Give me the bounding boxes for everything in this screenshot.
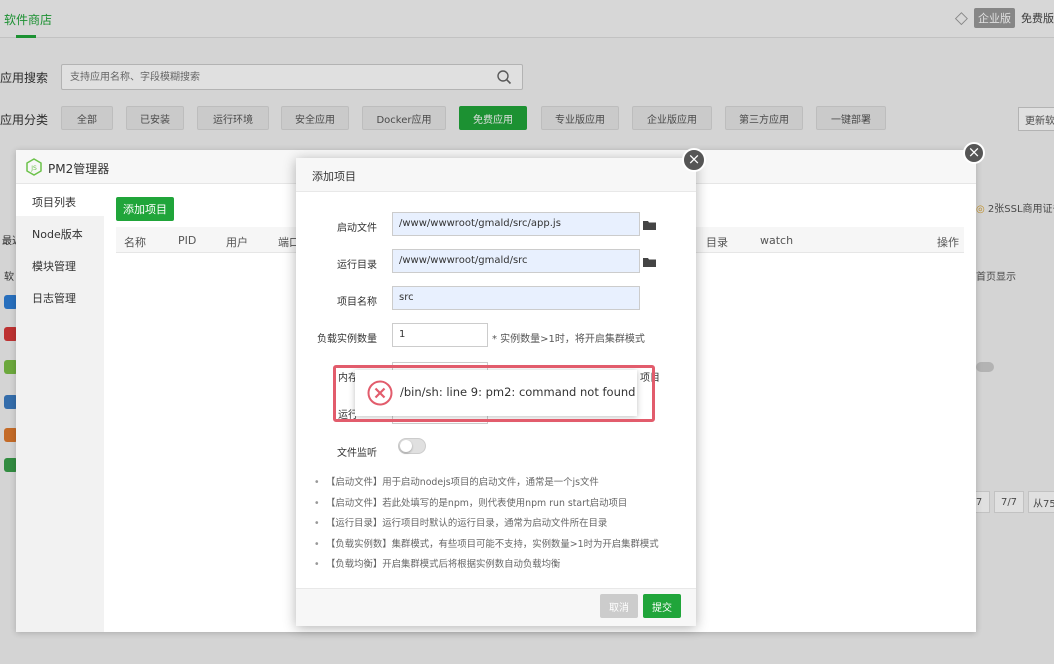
dialog-header: 添加项目 [296, 158, 696, 192]
project-name-label: 项目名称 [337, 297, 377, 308]
note-item: 【启动文件】用于启动nodejs项目的启动文件，通常是一个js文件 [312, 476, 682, 497]
sidebar-item-node-version[interactable]: Node版本 [32, 226, 83, 242]
toggle-knob [400, 440, 412, 452]
instances-hint: * 实例数量>1时，将开启集群模式 [492, 334, 645, 345]
column-actions: 操作 [937, 236, 959, 249]
run-dir-label: 运行目录 [337, 260, 377, 271]
column-watch: watch [760, 234, 794, 247]
column-dir: 目录 [706, 236, 728, 249]
folder-icon[interactable] [643, 219, 657, 231]
cancel-button[interactable]: 取消 [600, 594, 638, 618]
dialog-title: 添加项目 [312, 170, 356, 183]
folder-icon[interactable] [643, 256, 657, 268]
sidebar-item-logs[interactable]: 日志管理 [32, 290, 76, 306]
instances-input[interactable]: 1 [392, 323, 488, 347]
error-highlight-frame [333, 365, 655, 422]
start-file-input[interactable]: /www/wwwroot/gmald/src/app.js [392, 212, 640, 236]
pm2-sidebar [16, 184, 104, 632]
instances-label: 负载实例数量 [317, 334, 377, 345]
svg-text:JS: JS [30, 165, 37, 172]
column-name: 名称 [124, 236, 146, 249]
pm2-close-icon[interactable]: × [963, 142, 985, 164]
pm2-title: PM2管理器 [48, 162, 110, 176]
column-user: 用户 [226, 236, 248, 249]
sidebar-item-projects[interactable]: 项目列表 [32, 194, 76, 210]
submit-button[interactable]: 提交 [643, 594, 681, 618]
help-notes: 【启动文件】用于启动nodejs项目的启动文件，通常是一个js文件 【启动文件】… [312, 476, 682, 579]
note-item: 【负载实例数】集群模式，有些项目可能不支持，实例数量>1时为开启集群模式 [312, 538, 682, 559]
column-pid: PID [178, 234, 197, 247]
add-project-button[interactable]: 添加项目 [116, 197, 174, 221]
start-file-label: 启动文件 [337, 223, 377, 234]
nodejs-icon: JS [26, 158, 42, 176]
run-dir-input[interactable]: /www/wwwroot/gmald/src [392, 249, 640, 273]
note-item: 【启动文件】若此处填写的是npm，则代表使用npm run start启动项目 [312, 497, 682, 518]
file-watch-toggle[interactable] [398, 438, 426, 454]
dialog-close-icon[interactable]: × [682, 148, 706, 172]
file-watch-label: 文件监听 [337, 448, 377, 459]
project-name-input[interactable]: src [392, 286, 640, 310]
note-item: 【运行目录】运行项目时默认的运行目录，通常为启动文件所在目录 [312, 517, 682, 538]
note-item: 【负载均衡】开启集群模式后将根据实例数自动负载均衡 [312, 558, 682, 579]
sidebar-item-modules[interactable]: 模块管理 [32, 258, 76, 274]
